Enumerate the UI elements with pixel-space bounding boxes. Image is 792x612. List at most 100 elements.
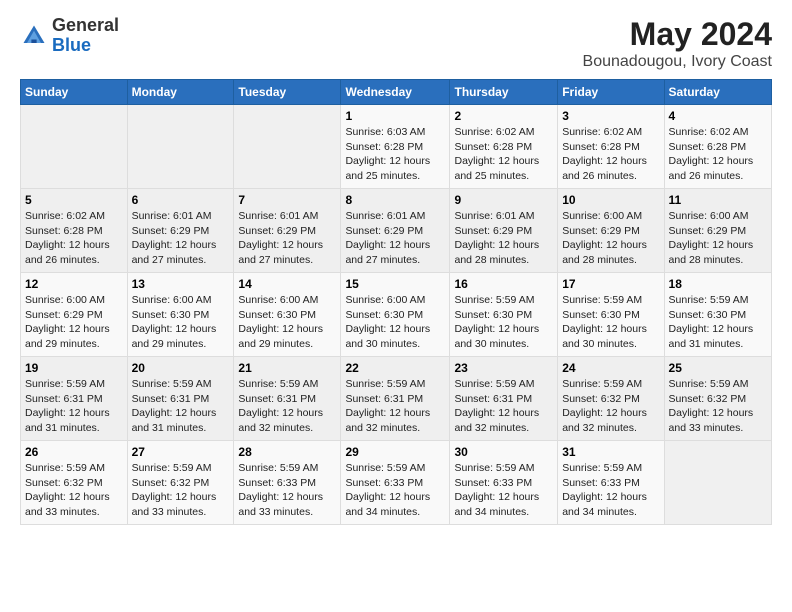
header-wednesday: Wednesday [341, 80, 450, 105]
day-info: Sunrise: 5:59 AM Sunset: 6:32 PM Dayligh… [562, 377, 659, 436]
table-row: 11 Sunrise: 6:00 AM Sunset: 6:29 PM Dayli… [664, 189, 771, 273]
day-number: 5 [25, 193, 123, 207]
day-info: Sunrise: 6:02 AM Sunset: 6:28 PM Dayligh… [669, 125, 767, 184]
table-row: 25 Sunrise: 5:59 AM Sunset: 6:32 PM Dayli… [664, 357, 771, 441]
day-number: 21 [238, 361, 336, 375]
table-row: 24 Sunrise: 5:59 AM Sunset: 6:32 PM Dayli… [558, 357, 664, 441]
day-info: Sunrise: 6:00 AM Sunset: 6:29 PM Dayligh… [25, 293, 123, 352]
calendar-header: Sunday Monday Tuesday Wednesday Thursday… [21, 80, 772, 105]
table-row: 2 Sunrise: 6:02 AM Sunset: 6:28 PM Daylig… [450, 105, 558, 189]
day-number: 11 [669, 193, 767, 207]
day-number: 22 [345, 361, 445, 375]
day-number: 6 [132, 193, 230, 207]
calendar-table: Sunday Monday Tuesday Wednesday Thursday… [20, 79, 772, 525]
day-info: Sunrise: 5:59 AM Sunset: 6:32 PM Dayligh… [669, 377, 767, 436]
day-info: Sunrise: 5:59 AM Sunset: 6:31 PM Dayligh… [25, 377, 123, 436]
table-row: 17 Sunrise: 5:59 AM Sunset: 6:30 PM Dayli… [558, 273, 664, 357]
day-info: Sunrise: 5:59 AM Sunset: 6:31 PM Dayligh… [345, 377, 445, 436]
table-row: 12 Sunrise: 6:00 AM Sunset: 6:29 PM Dayli… [21, 273, 128, 357]
table-row: 3 Sunrise: 6:02 AM Sunset: 6:28 PM Daylig… [558, 105, 664, 189]
table-row: 4Sunrise: 6:02 AM Sunset: 6:28 PM Daylig… [664, 105, 771, 189]
day-info: Sunrise: 5:59 AM Sunset: 6:33 PM Dayligh… [345, 461, 445, 520]
table-row: 28Sunrise: 5:59 AM Sunset: 6:33 PM Dayli… [234, 441, 341, 525]
table-row: 27Sunrise: 5:59 AM Sunset: 6:32 PM Dayli… [127, 441, 234, 525]
day-number: 26 [25, 445, 123, 459]
table-row: 29 Sunrise: 5:59 AM Sunset: 6:33 PM Dayli… [341, 441, 450, 525]
day-number: 14 [238, 277, 336, 291]
table-row: 30Sunrise: 5:59 AM Sunset: 6:33 PM Dayli… [450, 441, 558, 525]
day-number: 31 [562, 445, 659, 459]
day-number: 17 [562, 277, 659, 291]
location: Bounadougou, Ivory Coast [583, 53, 772, 71]
table-row: 9 Sunrise: 6:01 AM Sunset: 6:29 PM Daylig… [450, 189, 558, 273]
table-row: 7 Sunrise: 6:01 AM Sunset: 6:29 PM Daylig… [234, 189, 341, 273]
day-info: Sunrise: 5:59 AM Sunset: 6:31 PM Dayligh… [132, 377, 230, 436]
day-info: Sunrise: 6:02 AM Sunset: 6:28 PM Dayligh… [454, 125, 553, 184]
day-info: Sunrise: 6:01 AM Sunset: 6:29 PM Dayligh… [454, 209, 553, 268]
table-row: 19Sunrise: 5:59 AM Sunset: 6:31 PM Dayli… [21, 357, 128, 441]
table-row [127, 105, 234, 189]
day-info: Sunrise: 6:00 AM Sunset: 6:30 PM Dayligh… [238, 293, 336, 352]
day-info: Sunrise: 5:59 AM Sunset: 6:30 PM Dayligh… [562, 293, 659, 352]
header-thursday: Thursday [450, 80, 558, 105]
month-year: May 2024 [583, 16, 772, 53]
table-row: 22 Sunrise: 5:59 AM Sunset: 6:31 PM Dayli… [341, 357, 450, 441]
day-number: 29 [345, 445, 445, 459]
day-number: 7 [238, 193, 336, 207]
table-row: 6Sunrise: 6:01 AM Sunset: 6:29 PM Daylig… [127, 189, 234, 273]
day-info: Sunrise: 6:00 AM Sunset: 6:30 PM Dayligh… [345, 293, 445, 352]
day-number: 10 [562, 193, 659, 207]
table-row: 23Sunrise: 5:59 AM Sunset: 6:31 PM Dayli… [450, 357, 558, 441]
day-info: Sunrise: 6:02 AM Sunset: 6:28 PM Dayligh… [562, 125, 659, 184]
table-row: 21 Sunrise: 5:59 AM Sunset: 6:31 PM Dayli… [234, 357, 341, 441]
day-number: 8 [345, 193, 445, 207]
table-row [234, 105, 341, 189]
logo-icon [20, 22, 48, 50]
table-row: 8Sunrise: 6:01 AM Sunset: 6:29 PM Daylig… [341, 189, 450, 273]
day-number: 30 [454, 445, 553, 459]
day-number: 9 [454, 193, 553, 207]
day-number: 24 [562, 361, 659, 375]
day-number: 3 [562, 109, 659, 123]
day-number: 2 [454, 109, 553, 123]
day-number: 13 [132, 277, 230, 291]
header-friday: Friday [558, 80, 664, 105]
day-info: Sunrise: 5:59 AM Sunset: 6:31 PM Dayligh… [238, 377, 336, 436]
table-row: 26 Sunrise: 5:59 AM Sunset: 6:32 PM Dayli… [21, 441, 128, 525]
day-info: Sunrise: 6:00 AM Sunset: 6:29 PM Dayligh… [562, 209, 659, 268]
table-row: 16Sunrise: 5:59 AM Sunset: 6:30 PM Dayli… [450, 273, 558, 357]
header-monday: Monday [127, 80, 234, 105]
day-info: Sunrise: 6:02 AM Sunset: 6:28 PM Dayligh… [25, 209, 123, 268]
day-number: 1 [345, 109, 445, 123]
day-info: Sunrise: 6:00 AM Sunset: 6:29 PM Dayligh… [669, 209, 767, 268]
day-info: Sunrise: 5:59 AM Sunset: 6:33 PM Dayligh… [238, 461, 336, 520]
day-info: Sunrise: 5:59 AM Sunset: 6:32 PM Dayligh… [132, 461, 230, 520]
logo-general-text: General [52, 15, 119, 35]
calendar-page: General Blue May 2024 Bounadougou, Ivory… [0, 0, 792, 612]
table-row: 15 Sunrise: 6:00 AM Sunset: 6:30 PM Dayli… [341, 273, 450, 357]
table-row: 1 Sunrise: 6:03 AM Sunset: 6:28 PM Daylig… [341, 105, 450, 189]
day-number: 18 [669, 277, 767, 291]
table-row [21, 105, 128, 189]
day-info: Sunrise: 5:59 AM Sunset: 6:30 PM Dayligh… [669, 293, 767, 352]
day-number: 25 [669, 361, 767, 375]
day-info: Sunrise: 5:59 AM Sunset: 6:32 PM Dayligh… [25, 461, 123, 520]
header-saturday: Saturday [664, 80, 771, 105]
table-row: 5 Sunrise: 6:02 AM Sunset: 6:28 PM Daylig… [21, 189, 128, 273]
logo-blue-text: Blue [52, 35, 91, 55]
header: General Blue May 2024 Bounadougou, Ivory… [20, 16, 772, 71]
day-info: Sunrise: 6:00 AM Sunset: 6:30 PM Dayligh… [132, 293, 230, 352]
day-number: 12 [25, 277, 123, 291]
day-info: Sunrise: 5:59 AM Sunset: 6:33 PM Dayligh… [562, 461, 659, 520]
day-info: Sunrise: 6:03 AM Sunset: 6:28 PM Dayligh… [345, 125, 445, 184]
table-row: 31 Sunrise: 5:59 AM Sunset: 6:33 PM Dayli… [558, 441, 664, 525]
day-number: 20 [132, 361, 230, 375]
header-tuesday: Tuesday [234, 80, 341, 105]
logo: General Blue [20, 16, 119, 56]
day-number: 15 [345, 277, 445, 291]
table-row: 10 Sunrise: 6:00 AM Sunset: 6:29 PM Dayli… [558, 189, 664, 273]
table-row: 13 Sunrise: 6:00 AM Sunset: 6:30 PM Dayli… [127, 273, 234, 357]
day-info: Sunrise: 6:01 AM Sunset: 6:29 PM Dayligh… [238, 209, 336, 268]
day-number: 16 [454, 277, 553, 291]
table-row: 14 Sunrise: 6:00 AM Sunset: 6:30 PM Dayli… [234, 273, 341, 357]
